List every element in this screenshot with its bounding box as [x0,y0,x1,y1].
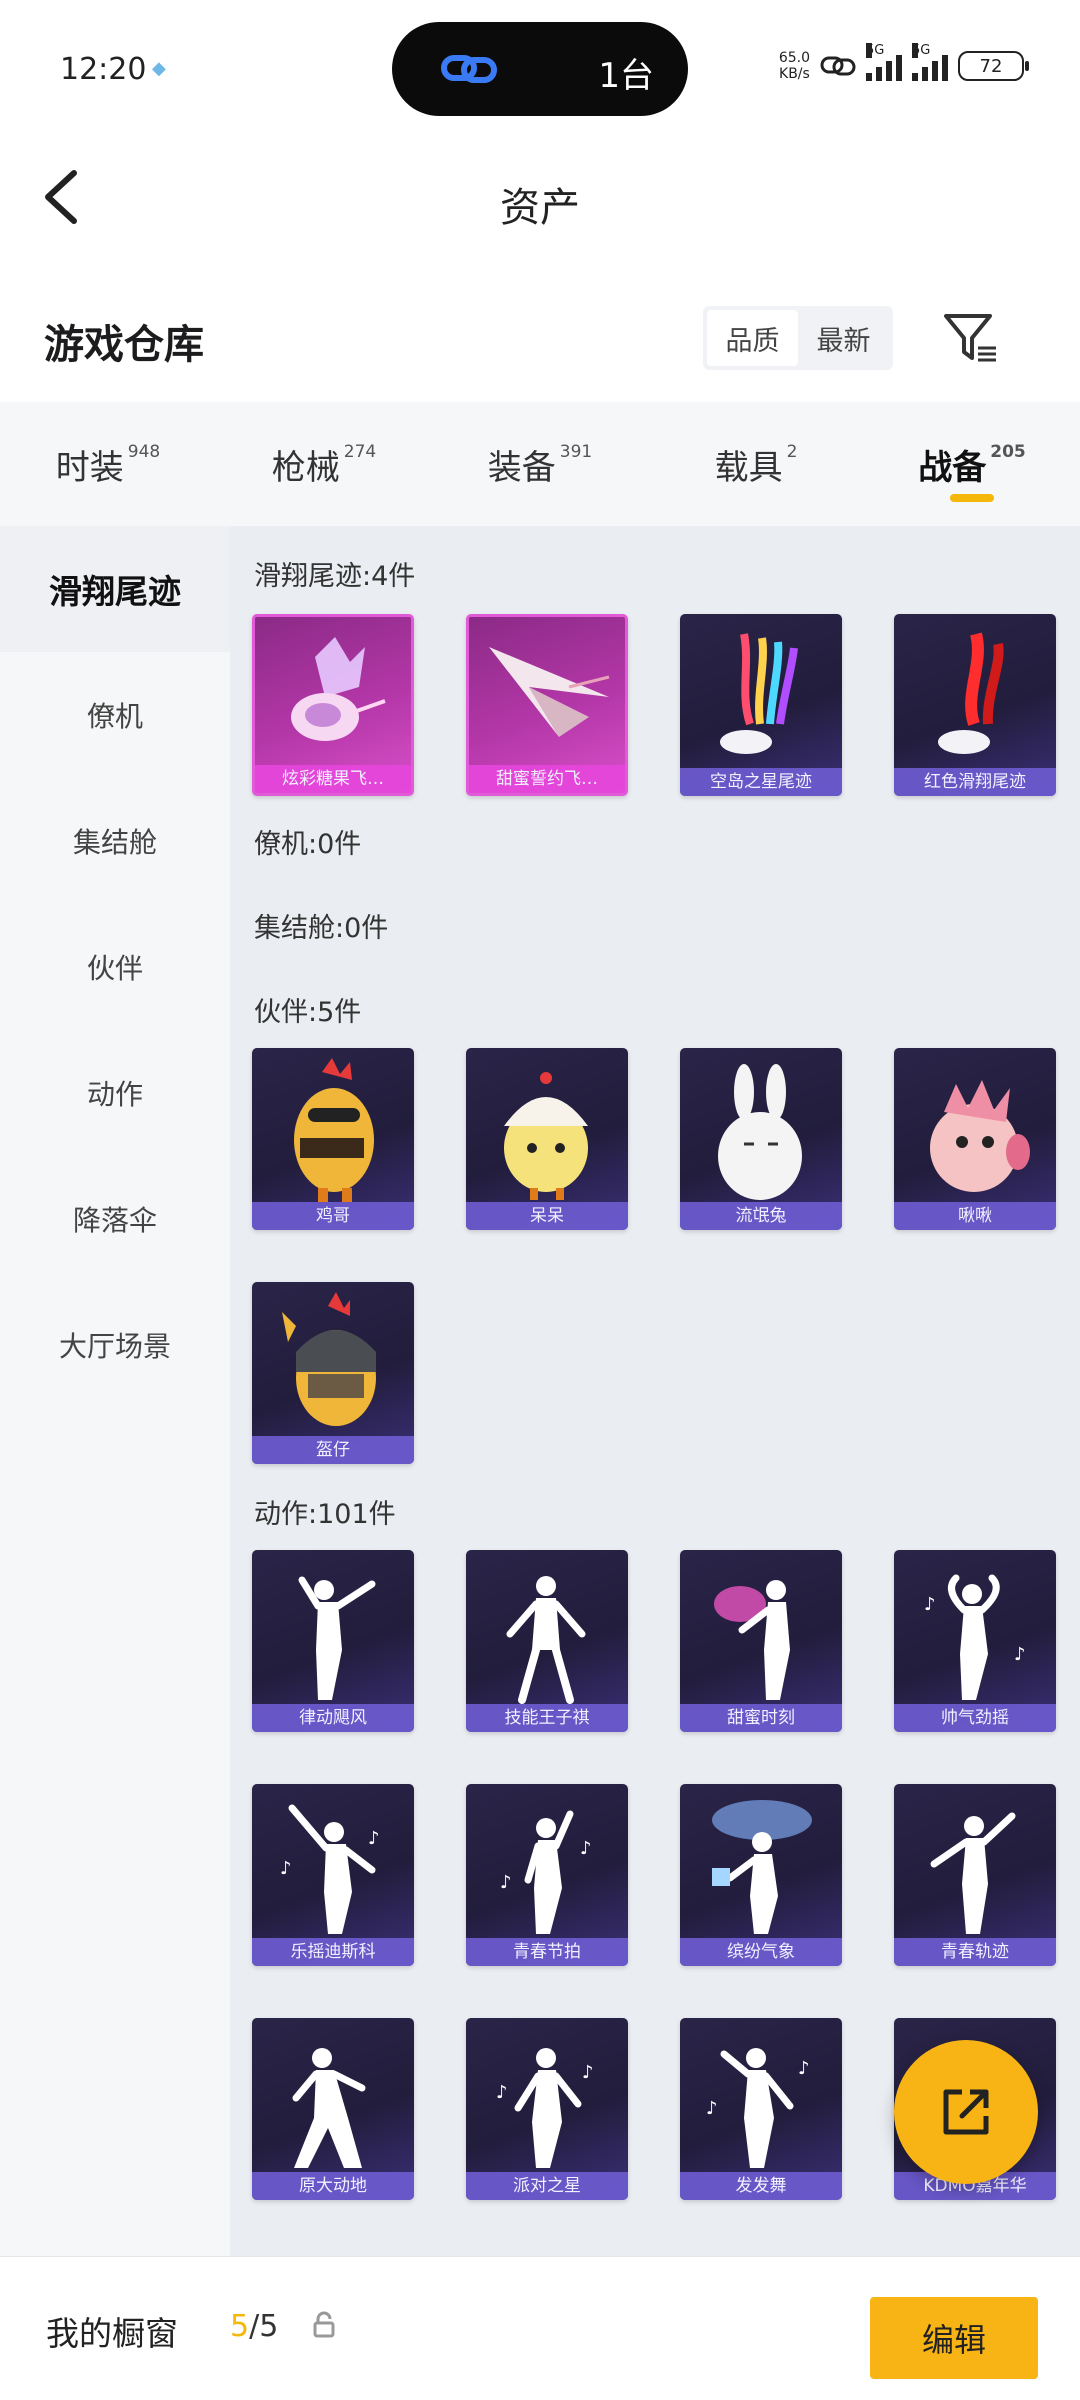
item-card[interactable]: 啾啾 [894,1048,1056,1230]
svg-text:♪: ♪ [500,1872,512,1893]
item-card[interactable]: 鸡哥 [252,1048,414,1230]
svg-text:♪: ♪ [368,1828,380,1849]
sidebar-item-glide-trail[interactable]: 滑翔尾迹 [0,526,230,652]
status-bar: 12:20 ◆ 1台 65.0 KB/s 5G 5G 72 [0,0,1080,130]
subcategory-sidebar: 滑翔尾迹 僚机 集结舱 伙伴 动作 降落伞 大厅场景 [0,526,230,2256]
svg-text:♪: ♪ [706,2098,718,2119]
sidebar-item-action[interactable]: 动作 [0,1030,230,1156]
item-card[interactable]: 红色滑翔尾迹 [894,614,1056,796]
page-title: 资产 [500,185,580,231]
svg-text:♪: ♪ [582,2062,594,2083]
lock-icon [313,2311,335,2338]
dynamic-island[interactable]: 1台 [392,22,688,116]
sidebar-item-parachute[interactable]: 降落伞 [0,1156,230,1282]
share-fab-button[interactable] [894,2040,1038,2184]
tab-fashion[interactable]: 时装 948 [0,402,216,526]
section-title-glide: 滑翔尾迹:4件 [254,561,416,592]
showcase-count: 5/5 [230,2309,279,2344]
svg-text:♪: ♪ [280,1858,292,1879]
item-card[interactable]: ♪ ♪ 发发舞 [680,2018,842,2200]
network-speed: 65.0 KB/s [778,50,810,82]
item-card[interactable]: ♪ ♪ 派对之星 [466,2018,628,2200]
battery-icon: 72 [958,51,1029,81]
edit-button[interactable]: 编辑 [870,2297,1038,2379]
section-title-capsule: 集结舱:0件 [254,913,389,944]
sidebar-item-lobby-scene[interactable]: 大厅场景 [0,1282,230,1408]
category-tabs: 时装 948 枪械 274 装备 391 载具 2 战备 205 [0,402,1080,526]
filter-icon[interactable] [942,310,998,366]
item-card[interactable]: 盔仔 [252,1282,414,1464]
device-count: 1台 [598,56,654,96]
tab-vehicles[interactable]: 载具 2 [648,402,864,526]
item-card[interactable]: 炫彩糖果飞… [252,614,414,796]
share-icon [943,2089,989,2135]
tab-guns[interactable]: 枪械 274 [216,402,432,526]
svg-text:♪: ♪ [798,2058,810,2079]
item-card[interactable]: 原大动地 [252,2018,414,2200]
item-card[interactable]: 青春轨迹 [894,1784,1056,1966]
showcase-label: 我的橱窗 [46,2314,178,2353]
item-card[interactable]: 缤纷气象 [680,1784,842,1966]
svg-text:♪: ♪ [1014,1644,1026,1665]
item-card[interactable]: 甜蜜时刻 [680,1550,842,1732]
item-card[interactable]: 空岛之星尾迹 [680,614,842,796]
section-title-wingman: 僚机:0件 [254,829,362,860]
section-title-action: 动作:101件 [254,1499,396,1530]
system-indicators: 65.0 KB/s 5G 5G 72 [778,43,1029,86]
svg-text:♪: ♪ [496,2082,508,2103]
signal-2-icon: 5G [912,43,948,81]
clock: 12:20 [60,52,147,87]
warehouse-title: 游戏仓库 [44,322,204,368]
tab-battle-prep[interactable]: 战备 205 [864,402,1080,526]
item-card[interactable]: ♪ ♪ 帅气劲摇 [894,1550,1056,1732]
item-card[interactable]: 律动飓风 [252,1550,414,1732]
item-card[interactable]: ♪ ♪ 青春节拍 [466,1784,628,1966]
sort-toggle: 品质 最新 [703,306,893,370]
svg-text:♪: ♪ [924,1594,936,1615]
signal-1-icon: 5G [866,43,902,81]
section-title-partner: 伙伴:5件 [254,997,362,1028]
svg-text:♪: ♪ [580,1838,592,1859]
item-card[interactable]: 甜蜜誓约飞… [466,614,628,796]
item-card[interactable]: 技能王子祺 [466,1550,628,1732]
showcase-bar: 我的橱窗 5/5 编辑 [0,2256,1080,2400]
item-card[interactable]: 流氓兔 [680,1048,842,1230]
sidebar-item-wingman[interactable]: 僚机 [0,652,230,778]
sort-newest-button[interactable]: 最新 [798,310,889,366]
link-icon [441,55,497,83]
sort-quality-button[interactable]: 品质 [707,310,798,366]
item-card[interactable]: ♪ ♪ 乐摇迪斯科 [252,1784,414,1966]
item-card[interactable]: 呆呆 [466,1048,628,1230]
hotspot-icon [820,56,856,76]
active-tab-indicator [950,494,994,502]
sidebar-item-capsule[interactable]: 集结舱 [0,778,230,904]
item-grid: 滑翔尾迹:4件 炫彩糖果飞… 甜蜜誓约飞… 空岛之星尾迹 红色滑翔尾迹 僚机:0… [230,526,1080,2256]
tab-equipment[interactable]: 装备 391 [432,402,648,526]
sidebar-item-partner[interactable]: 伙伴 [0,904,230,1030]
droplet-icon: ◆ [152,58,166,79]
